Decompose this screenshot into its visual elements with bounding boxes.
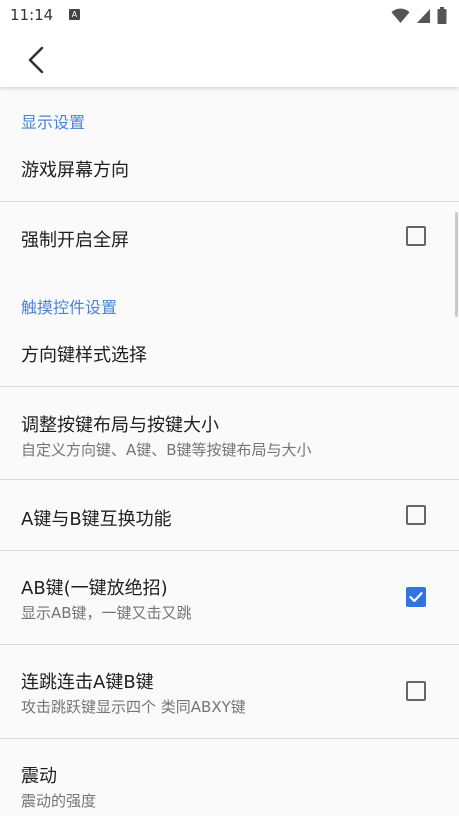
notification-icon: A — [69, 9, 80, 20]
divider — [0, 644, 459, 645]
divider — [0, 479, 459, 480]
pref-summary: 攻击跳跃键显示四个 类同ABXY键 — [21, 698, 246, 716]
pref-title: AB键(一键放绝招) — [21, 578, 168, 599]
pref-summary: 自定义方向键、A键、B键等按键布局与大小 — [21, 441, 312, 459]
pref-title: 调整按键布局与按键大小 — [21, 415, 219, 436]
pref-summary: 震动的强度 — [21, 792, 97, 810]
category-touch-settings: 触摸控件设置 — [21, 298, 118, 317]
pref-title: 方向键样式选择 — [21, 345, 147, 366]
pref-title: 游戏屏幕方向 — [21, 160, 129, 181]
pref-title: A键与B键互换功能 — [21, 509, 172, 530]
divider — [0, 550, 459, 551]
turbo-checkbox[interactable] — [406, 681, 426, 701]
check-icon — [409, 592, 423, 603]
chevron-left-icon — [28, 46, 44, 74]
pref-title: 连跳连击A键B键 — [21, 672, 154, 693]
signal-icon — [417, 8, 430, 23]
divider — [0, 201, 459, 202]
pref-title: 震动 — [21, 766, 57, 787]
divider — [0, 386, 459, 387]
battery-icon — [437, 7, 447, 24]
status-time: 11:14 — [10, 6, 54, 24]
pref-title: 强制开启全屏 — [21, 230, 129, 251]
system-icons — [391, 7, 447, 24]
force-fullscreen-checkbox[interactable] — [406, 226, 426, 246]
swap-ab-checkbox[interactable] — [406, 505, 426, 525]
pref-summary: 显示AB键，一键又击又跳 — [21, 604, 192, 622]
divider — [0, 738, 459, 739]
scrollbar-thumb[interactable] — [455, 212, 458, 317]
app-bar — [0, 32, 459, 87]
status-bar: 11:14 A — [0, 0, 459, 32]
wifi-icon — [391, 8, 410, 23]
back-button[interactable] — [18, 40, 54, 80]
category-display-settings: 显示设置 — [21, 113, 86, 132]
ab-key-checkbox[interactable] — [406, 587, 426, 607]
